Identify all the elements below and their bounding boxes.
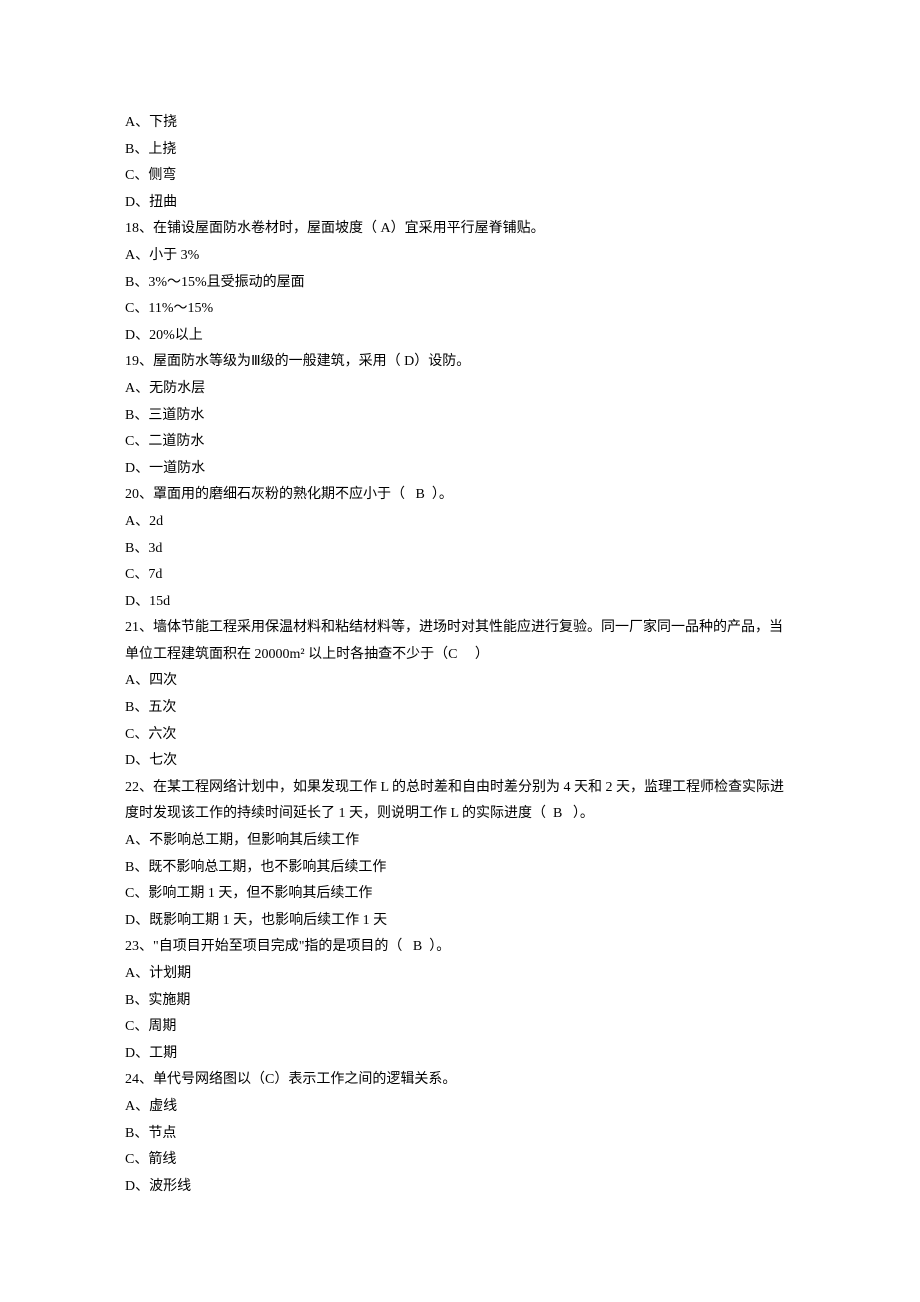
text-line: B、实施期 xyxy=(125,988,795,1015)
text-line: A、2d xyxy=(125,509,795,536)
text-line: C、影响工期 1 天，但不影响其后续工作 xyxy=(125,881,795,908)
question-line: 22、在某工程网络计划中，如果发现工作 L 的总时差和自由时差分别为 4 天和 … xyxy=(125,775,795,828)
question-line: 21、墙体节能工程采用保温材料和粘结材料等，进场时对其性能应进行复验。同一厂家同… xyxy=(125,615,795,668)
question-line: 19、屋面防水等级为Ⅲ级的一般建筑，采用（ D）设防。 xyxy=(125,349,795,376)
text-line: B、3%～15%且受振动的屋面 xyxy=(125,270,795,297)
text-line: C、六次 xyxy=(125,722,795,749)
text-line: A、计划期 xyxy=(125,961,795,988)
text-line: A、四次 xyxy=(125,668,795,695)
text-line: B、3d xyxy=(125,536,795,563)
text-line: B、节点 xyxy=(125,1121,795,1148)
text-line: D、15d xyxy=(125,589,795,616)
text-line: C、周期 xyxy=(125,1014,795,1041)
text-line: A、不影响总工期，但影响其后续工作 xyxy=(125,828,795,855)
text-line: C、箭线 xyxy=(125,1147,795,1174)
text-line: D、20%以上 xyxy=(125,323,795,350)
text-line: A、小于 3% xyxy=(125,243,795,270)
text-line: B、既不影响总工期，也不影响其后续工作 xyxy=(125,855,795,882)
text-line: B、五次 xyxy=(125,695,795,722)
text-line: D、波形线 xyxy=(125,1174,795,1201)
document-page: A、下挠 B、上挠 C、侧弯 D、扭曲 18、在铺设屋面防水卷材时，屋面坡度（ … xyxy=(0,0,920,1302)
text-line: A、虚线 xyxy=(125,1094,795,1121)
text-line: A、无防水层 xyxy=(125,376,795,403)
question-line: 23、"自项目开始至项目完成"指的是项目的（ B ）。 xyxy=(125,934,795,961)
text-line: D、扭曲 xyxy=(125,190,795,217)
text-line: D、既影响工期 1 天，也影响后续工作 1 天 xyxy=(125,908,795,935)
question-line: 18、在铺设屋面防水卷材时，屋面坡度（ A）宜采用平行屋脊铺贴。 xyxy=(125,216,795,243)
question-line: 20、罩面用的磨细石灰粉的熟化期不应小于（ B ）。 xyxy=(125,482,795,509)
text-line: D、工期 xyxy=(125,1041,795,1068)
text-line: C、7d xyxy=(125,562,795,589)
text-line: B、三道防水 xyxy=(125,403,795,430)
question-line: 24、单代号网络图以（C）表示工作之间的逻辑关系。 xyxy=(125,1067,795,1094)
text-line: A、下挠 xyxy=(125,110,795,137)
text-line: C、侧弯 xyxy=(125,163,795,190)
text-line: B、上挠 xyxy=(125,137,795,164)
text-line: D、七次 xyxy=(125,748,795,775)
text-line: C、11%～15% xyxy=(125,296,795,323)
text-line: C、二道防水 xyxy=(125,429,795,456)
text-line: D、一道防水 xyxy=(125,456,795,483)
